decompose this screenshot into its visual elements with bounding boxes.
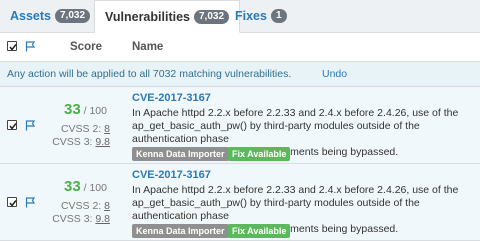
- cve-link[interactable]: CVE-2017-3167: [132, 169, 211, 181]
- undo-link[interactable]: Undo: [322, 68, 347, 80]
- select-all-checkbox[interactable]: [7, 41, 17, 51]
- column-header-name[interactable]: Name: [132, 41, 163, 53]
- cvss2-label: CVSS 2:: [60, 123, 102, 135]
- flag-icon[interactable]: [25, 197, 36, 208]
- flag-icon[interactable]: [25, 41, 36, 52]
- description-line: ap_get_basic_auth_pw() by third-party mo…: [132, 120, 420, 145]
- cvss2-score: CVSS 2: 8: [46, 123, 110, 135]
- cvss3-value[interactable]: 9.8: [95, 136, 110, 148]
- cvss2-score: CVSS 2: 8: [46, 200, 110, 212]
- tab-vulnerabilities[interactable]: Vulnerabilities 7,032: [94, 0, 241, 33]
- description-line: In Apache httpd 2.2.x before 2.2.33 and …: [132, 107, 459, 119]
- cvss3-label: CVSS 3:: [52, 213, 93, 225]
- column-header-score[interactable]: Score: [70, 41, 102, 53]
- risk-score-max: / 100: [83, 182, 107, 194]
- fix-available-tag: Fix Available: [228, 224, 291, 238]
- cvss3-label: CVSS 3:: [52, 136, 93, 148]
- row-checkbox[interactable]: [7, 120, 17, 130]
- risk-score-max: / 100: [83, 105, 107, 117]
- checkbox-checked-icon: [9, 44, 17, 51]
- description-line: ap_get_basic_auth_pw() by third-party mo…: [132, 197, 420, 222]
- checkbox-checked-icon: [9, 123, 17, 130]
- cvss3-value[interactable]: 9.8: [95, 213, 110, 225]
- cvss2-value[interactable]: 8: [104, 123, 110, 135]
- risk-score-value: 33: [64, 101, 81, 118]
- tab-fixes-label: Fixes: [235, 9, 267, 23]
- table-row[interactable]: 33 / 100 CVSS 2: 8 CVSS 3: 9.8 CVE-2017-…: [0, 87, 480, 164]
- cve-link[interactable]: CVE-2017-3167: [132, 92, 211, 104]
- cvss2-label: CVSS 2:: [60, 200, 102, 212]
- risk-score: 33 / 100: [64, 101, 124, 118]
- tab-bar: Assets 7,032 Vulnerabilities 7,032 Fixes…: [0, 0, 480, 33]
- tab-fixes-count: 1: [270, 9, 287, 23]
- table-header: Score Name: [0, 33, 480, 62]
- tab-vulnerabilities-count: 7,032: [193, 9, 230, 24]
- checkbox-checked-icon: [9, 200, 17, 207]
- notice-text: Any action will be applied to all 7032 m…: [7, 68, 292, 80]
- source-tag: Kenna Data Importer: [132, 224, 229, 238]
- fix-available-tag: Fix Available: [228, 147, 291, 161]
- description-line: In Apache httpd 2.2.x before 2.2.33 and …: [132, 184, 459, 196]
- tab-assets-count: 7,032: [55, 9, 91, 23]
- cvss3-score: CVSS 3: 9.8: [46, 136, 110, 148]
- source-tag: Kenna Data Importer: [132, 147, 229, 161]
- cvss2-value[interactable]: 8: [104, 200, 110, 212]
- table-row[interactable]: 33 / 100 CVSS 2: 8 CVSS 3: 9.8 CVE-2017-…: [0, 164, 480, 241]
- tab-fixes[interactable]: Fixes 1: [235, 0, 287, 32]
- tab-vulnerabilities-label: Vulnerabilities: [105, 9, 190, 24]
- risk-score-value: 33: [64, 178, 81, 195]
- tab-assets[interactable]: Assets 7,032: [10, 0, 91, 32]
- cvss3-score: CVSS 3: 9.8: [46, 213, 110, 225]
- bulk-action-notice: Any action will be applied to all 7032 m…: [0, 62, 480, 87]
- tab-assets-label: Assets: [10, 9, 51, 23]
- row-checkbox[interactable]: [7, 197, 17, 207]
- flag-icon[interactable]: [25, 120, 36, 131]
- risk-score: 33 / 100: [64, 178, 124, 195]
